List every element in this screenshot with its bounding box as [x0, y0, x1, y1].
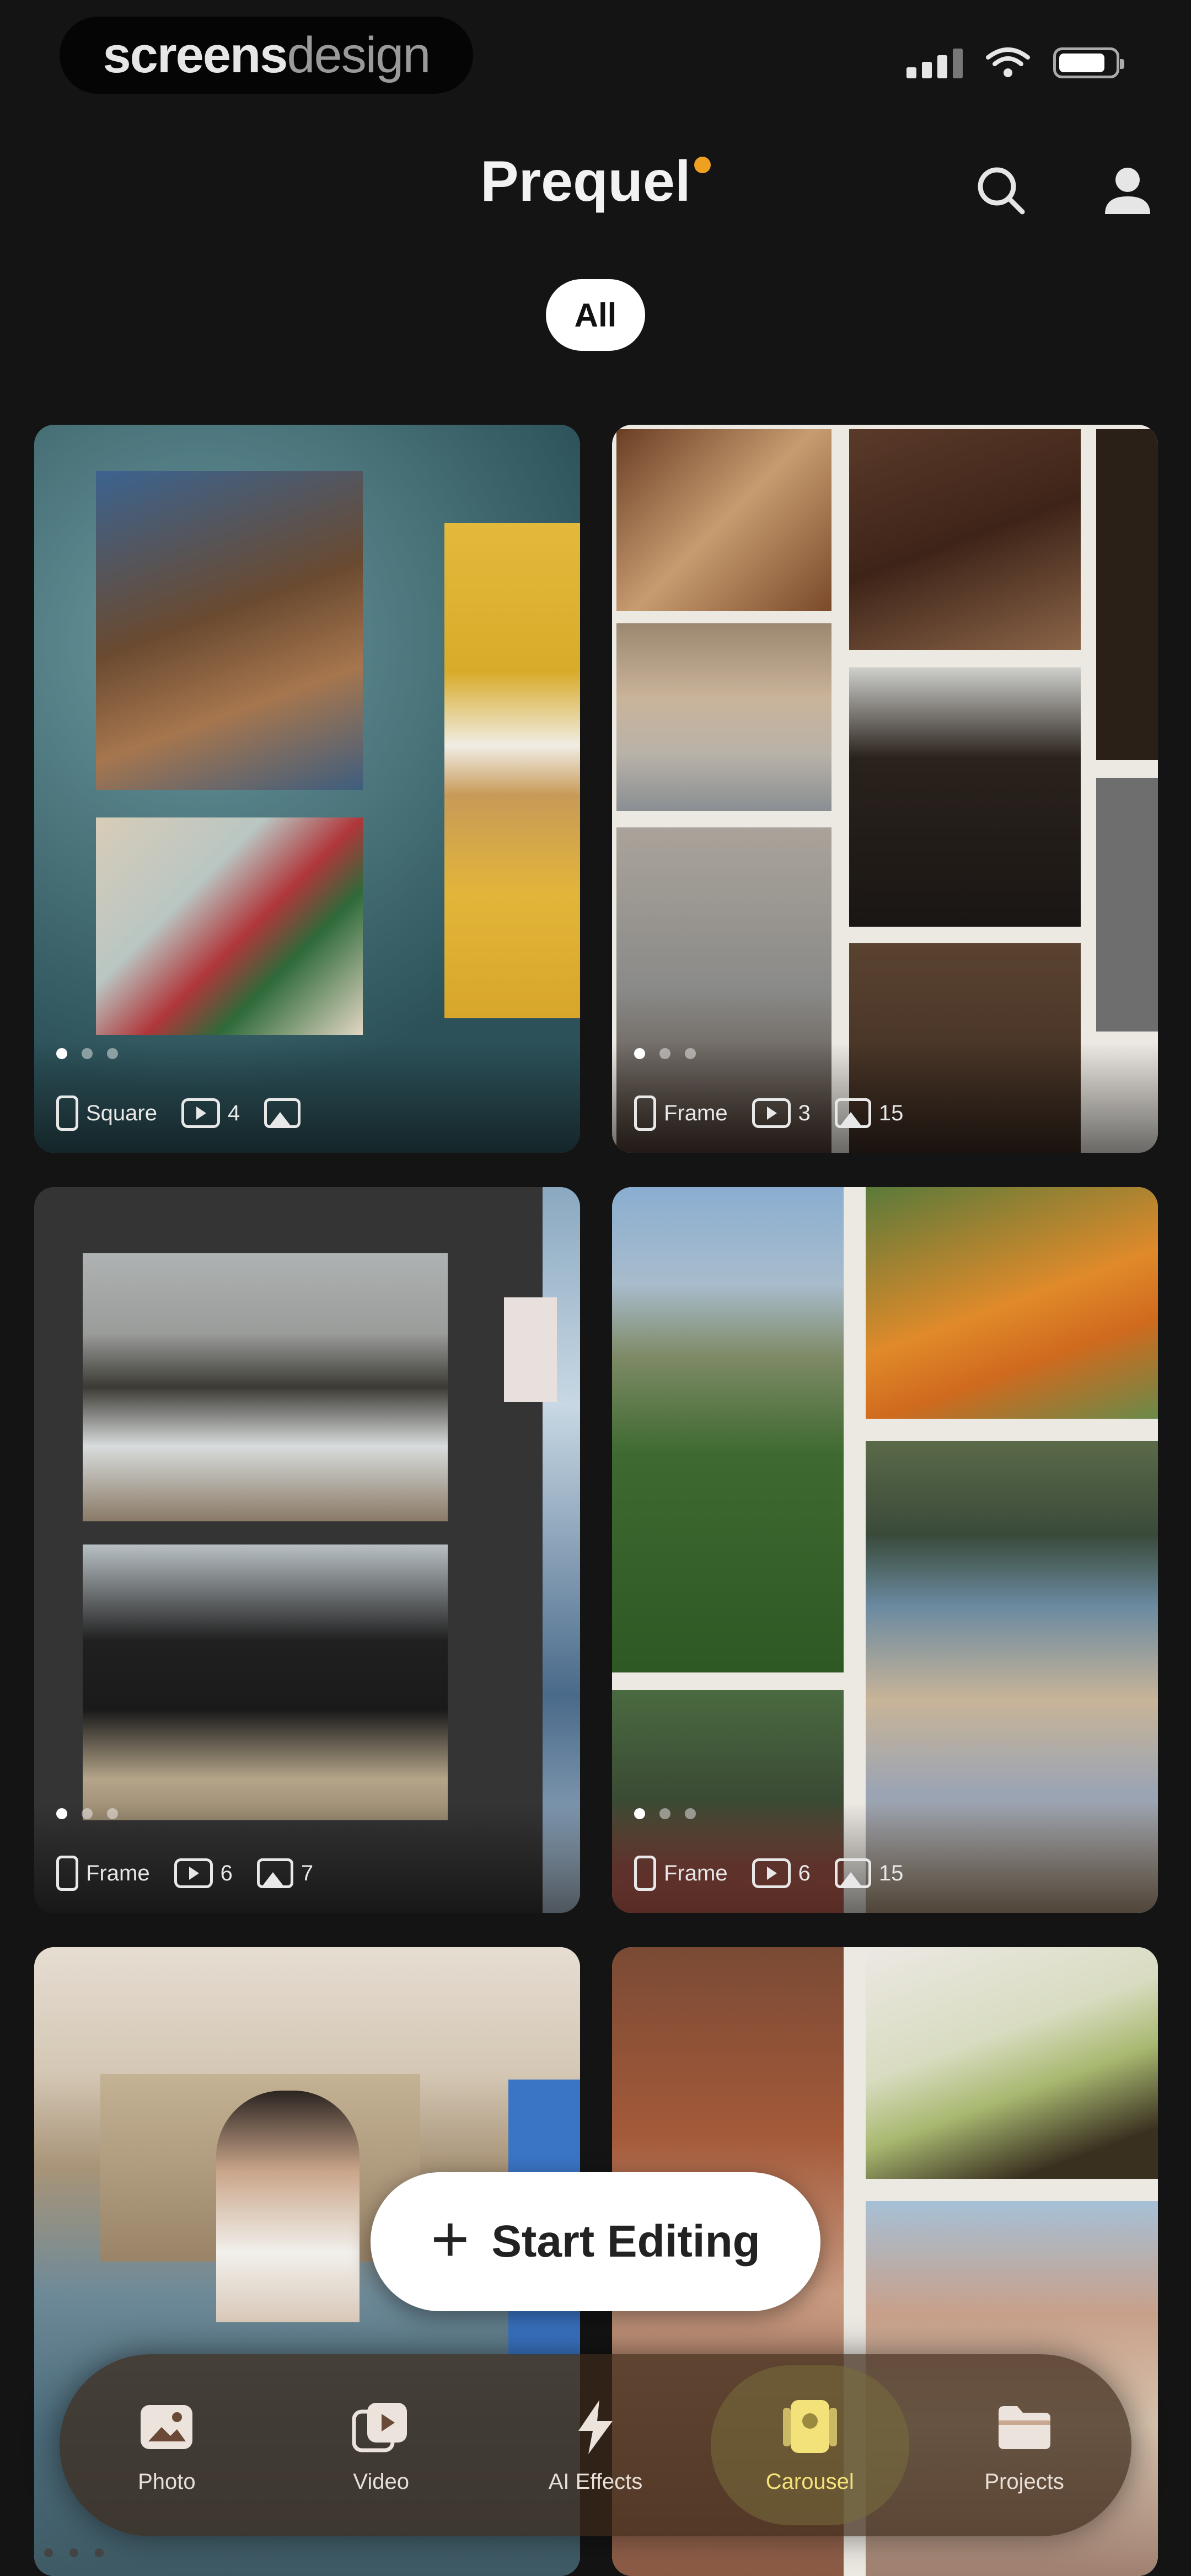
template-photo [616, 429, 831, 611]
photo-count-icon [834, 1858, 871, 1888]
lightning-icon [578, 2399, 613, 2454]
tab-video[interactable]: Video [282, 2365, 480, 2525]
video-count: 3 [798, 1100, 811, 1125]
template-photo [96, 817, 363, 1035]
template-photo [849, 429, 1081, 650]
photo-count: 15 [878, 1861, 904, 1885]
template-photo [616, 623, 831, 811]
carousel-icon [782, 2399, 837, 2453]
template-photo [1096, 778, 1158, 1032]
page-dots [634, 1048, 696, 1059]
user-icon [1105, 168, 1150, 214]
template-card-4[interactable]: Frame 6 15 [612, 1187, 1158, 1913]
video-count: 6 [798, 1861, 811, 1885]
video-count: 6 [220, 1861, 233, 1885]
page-dots [56, 1808, 118, 1819]
frame-icon [56, 1095, 78, 1131]
profile-button[interactable] [1097, 160, 1158, 221]
template-card-1[interactable]: Square 4 [34, 425, 580, 1153]
page-dots [56, 1048, 118, 1059]
frame-icon [634, 1095, 656, 1131]
video-count-icon [752, 1098, 791, 1128]
template-meta: Square 4 [56, 1095, 308, 1131]
video-count-icon [174, 1858, 213, 1888]
page-dots [634, 1808, 696, 1819]
tab-carousel[interactable]: Carousel [710, 2365, 909, 2525]
frame-icon [634, 1856, 656, 1891]
template-photo [444, 523, 580, 1018]
tab-video-label: Video [353, 2469, 409, 2494]
template-photo [96, 471, 363, 790]
photo-count-icon [264, 1098, 301, 1128]
page-indicator [44, 2548, 154, 2559]
tab-photo-label: Photo [138, 2469, 196, 2494]
watermark-part-2: design [287, 26, 431, 83]
search-icon [978, 167, 1025, 215]
tab-projects-label: Projects [984, 2469, 1064, 2494]
video-icon [352, 2402, 407, 2452]
photo-icon [141, 2404, 193, 2449]
bottom-tab-bar: Photo Video AI Effects Carousel Projects [60, 2354, 1131, 2536]
photo-count: 15 [878, 1100, 904, 1125]
template-card-3[interactable]: Frame 6 7 [34, 1187, 580, 1913]
start-editing-button[interactable]: + Start Editing [371, 2172, 820, 2311]
template-meta: Frame 3 15 [634, 1095, 903, 1131]
tab-ai-effects[interactable]: AI Effects [496, 2365, 695, 2525]
tab-ai-effects-label: AI Effects [548, 2469, 643, 2494]
video-count: 4 [227, 1100, 240, 1125]
photo-count-icon [834, 1098, 871, 1128]
photo-count: 7 [301, 1861, 314, 1885]
template-photo [83, 1544, 448, 1820]
start-editing-label: Start Editing [491, 2216, 760, 2267]
video-count-icon [181, 1098, 220, 1128]
template-meta: Frame 6 7 [56, 1856, 313, 1891]
tab-carousel-label: Carousel [765, 2469, 854, 2494]
app-title-text: Prequel [480, 149, 691, 213]
watermark-part-1: screens [103, 26, 288, 83]
template-photo [866, 1947, 1158, 2179]
screensdesign-watermark: screens design [60, 17, 473, 94]
frame-icon [56, 1856, 78, 1891]
template-photo [216, 2091, 360, 2322]
wifi-icon [986, 47, 1030, 77]
template-photo [504, 1297, 557, 1402]
template-photo [849, 667, 1081, 927]
status-icons [906, 45, 1124, 78]
template-photo [1096, 429, 1158, 760]
tab-photo[interactable]: Photo [67, 2365, 266, 2525]
template-photo [612, 1187, 844, 1672]
template-photo [83, 1253, 448, 1521]
signal-icon [906, 49, 963, 78]
template-meta: Frame 6 15 [634, 1856, 903, 1891]
tab-projects[interactable]: Projects [925, 2365, 1124, 2525]
premium-dot-icon [694, 157, 711, 173]
filter-chip-all[interactable]: All [546, 279, 645, 351]
plus-icon: + [431, 2202, 470, 2276]
template-card-2[interactable]: Frame 3 15 [612, 425, 1158, 1153]
frame-label: Frame [664, 1100, 728, 1125]
frame-label: Frame [86, 1861, 150, 1885]
video-count-icon [752, 1858, 791, 1888]
frame-label: Frame [664, 1861, 728, 1885]
frame-label: Square [86, 1100, 157, 1125]
battery-icon [1053, 47, 1124, 78]
folder-icon [998, 2406, 1050, 2449]
search-button[interactable] [970, 160, 1031, 221]
template-photo [866, 1187, 1158, 1419]
photo-count-icon [256, 1858, 293, 1888]
